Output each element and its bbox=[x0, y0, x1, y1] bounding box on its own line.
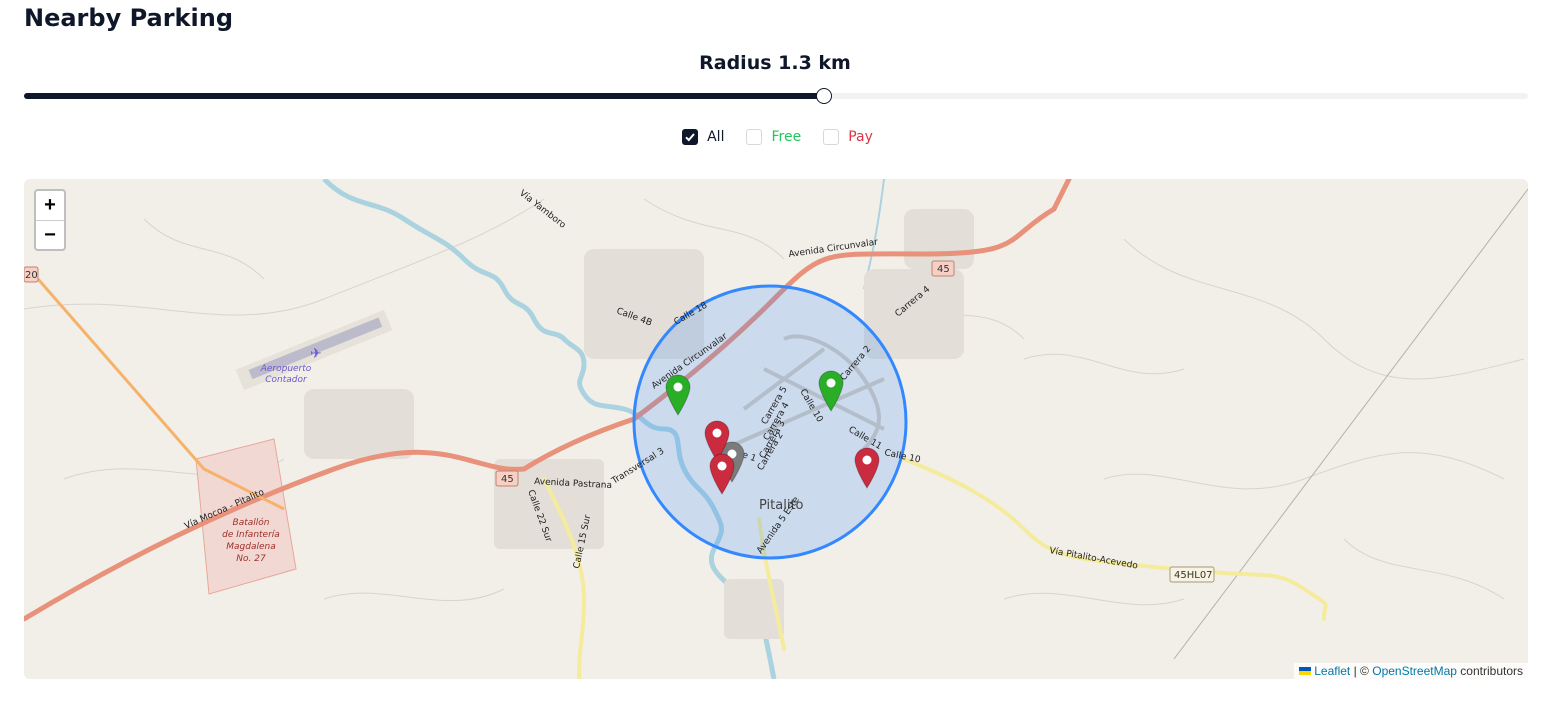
filter-pay-label: Pay bbox=[848, 129, 873, 145]
zoom-in-button[interactable]: + bbox=[36, 191, 64, 220]
battalion-label-1: Batallón bbox=[233, 517, 270, 528]
map-tiles: 45 45 20 45HL07 Aeropuerto Contador ✈ Ba… bbox=[24, 179, 1528, 679]
filter-pay[interactable]: Pay bbox=[823, 129, 873, 145]
battalion-label-3: Magdalena bbox=[226, 542, 275, 552]
filter-all[interactable]: All bbox=[682, 129, 724, 145]
page-title: Nearby Parking bbox=[24, 4, 234, 32]
shield-45-ne: 45 bbox=[937, 264, 950, 275]
airport-label-2: Contador bbox=[265, 375, 308, 385]
shield-45hl07: 45HL07 bbox=[1174, 570, 1213, 581]
filter-all-label: All bbox=[707, 129, 725, 145]
leaflet-link[interactable]: Leaflet bbox=[1314, 664, 1350, 678]
attribution-separator: | © bbox=[1353, 664, 1369, 678]
radius-slider-fill bbox=[24, 93, 825, 99]
airplane-icon: ✈ bbox=[310, 346, 322, 362]
filter-group: All Free Pay bbox=[0, 129, 1555, 145]
shield-20: 20 bbox=[25, 270, 38, 281]
zoom-control: + − bbox=[34, 189, 66, 251]
filter-free-checkbox[interactable] bbox=[746, 129, 763, 145]
radius-label: Radius 1.3 km bbox=[699, 52, 851, 74]
shield-45-w: 45 bbox=[501, 474, 514, 485]
zoom-out-button[interactable]: − bbox=[36, 220, 64, 249]
airport-label-1: Aeropuerto bbox=[260, 364, 312, 374]
radius-slider[interactable] bbox=[24, 88, 1528, 104]
osm-link[interactable]: OpenStreetMap bbox=[1372, 664, 1457, 678]
check-icon bbox=[685, 133, 695, 142]
filter-free-label: Free bbox=[771, 129, 802, 145]
parking-map[interactable]: 45 45 20 45HL07 Aeropuerto Contador ✈ Ba… bbox=[24, 179, 1528, 679]
battalion-label-4: No. 27 bbox=[236, 554, 266, 564]
battalion-label-2: de Infantería bbox=[222, 530, 280, 540]
ukraine-flag-icon bbox=[1299, 667, 1312, 675]
filter-free[interactable]: Free bbox=[746, 129, 801, 145]
filter-pay-checkbox[interactable] bbox=[823, 129, 840, 145]
map-attribution: Leaflet | © OpenStreetMap contributors bbox=[1294, 663, 1528, 679]
attribution-suffix: contributors bbox=[1460, 664, 1523, 678]
filter-all-checkbox[interactable] bbox=[682, 129, 699, 145]
radius-slider-thumb[interactable] bbox=[816, 88, 833, 104]
